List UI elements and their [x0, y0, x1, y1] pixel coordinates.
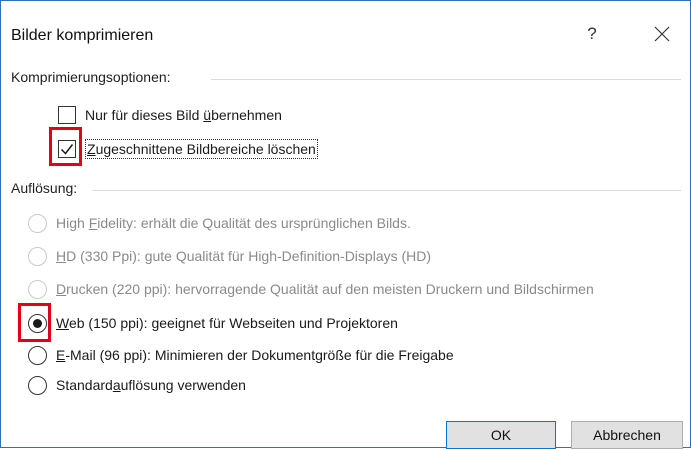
- radio-label-high-fidelity: High Fidelity: erhält die Qualität des u…: [56, 215, 411, 231]
- highlight-box-radio: [18, 303, 51, 342]
- radio-label-web-150ppi: Web (150 ppi): geeignet für Webseiten un…: [56, 315, 398, 331]
- radio-label-email-96ppi: E-Mail (96 ppi): Minimieren der Dokument…: [56, 347, 454, 363]
- radio-web-150ppi[interactable]: Web (150 ppi): geeignet für Webseiten un…: [28, 310, 398, 336]
- checkbox-apply-only-this-picture[interactable]: Nur für dieses Bild übernehmen: [58, 102, 282, 128]
- checkbox-label-delete-cropped-areas: Zugeschnittene Bildbereiche löschen: [85, 139, 318, 159]
- compress-pictures-dialog: Bilder komprimieren ? Komprimierungsopti…: [0, 0, 691, 449]
- resolution-group-label: Auflösung:: [11, 180, 78, 196]
- checkbox-delete-cropped-areas[interactable]: Zugeschnittene Bildbereiche löschen: [58, 136, 318, 162]
- radio-print-220ppi[interactable]: Drucken (220 ppi): hervorragende Qualitä…: [28, 276, 594, 302]
- dialog-title: Bilder komprimieren: [11, 27, 154, 44]
- radio-default-resolution[interactable]: Standardauflösung verwenden: [28, 372, 246, 398]
- ok-button[interactable]: OK: [446, 421, 556, 449]
- checkbox-label-apply-only-this-picture: Nur für dieses Bild übernehmen: [85, 107, 282, 123]
- compression-group-label: Komprimierungsoptionen:: [11, 69, 171, 85]
- radio-email-96ppi[interactable]: E-Mail (96 ppi): Minimieren der Dokument…: [28, 342, 454, 368]
- radio-label-default-resolution: Standardauflösung verwenden: [56, 377, 246, 393]
- radio-circle[interactable]: [28, 279, 47, 299]
- radio-circle[interactable]: [28, 345, 47, 365]
- help-button[interactable]: ?: [575, 17, 609, 51]
- radio-circle[interactable]: [28, 246, 47, 266]
- radio-high-fidelity[interactable]: High Fidelity: erhält die Qualität des u…: [28, 210, 411, 236]
- radio-label-print-220ppi: Drucken (220 ppi): hervorragende Qualitä…: [56, 281, 594, 297]
- compression-group-divider: [211, 79, 681, 80]
- radio-circle[interactable]: [28, 213, 47, 233]
- checkbox-box[interactable]: [58, 106, 76, 124]
- close-button[interactable]: [642, 17, 682, 51]
- resolution-group-divider: [93, 190, 681, 191]
- radio-circle[interactable]: [28, 375, 47, 395]
- highlight-box-checkbox: [49, 127, 82, 166]
- cancel-button[interactable]: Abbrechen: [571, 421, 683, 449]
- radio-label-hd-330ppi: HD (330 Ppi): gute Qualität für High-Def…: [56, 248, 432, 264]
- close-icon: [654, 26, 670, 42]
- title-bar: Bilder komprimieren ?: [1, 1, 690, 59]
- radio-hd-330ppi[interactable]: HD (330 Ppi): gute Qualität für High-Def…: [28, 243, 431, 269]
